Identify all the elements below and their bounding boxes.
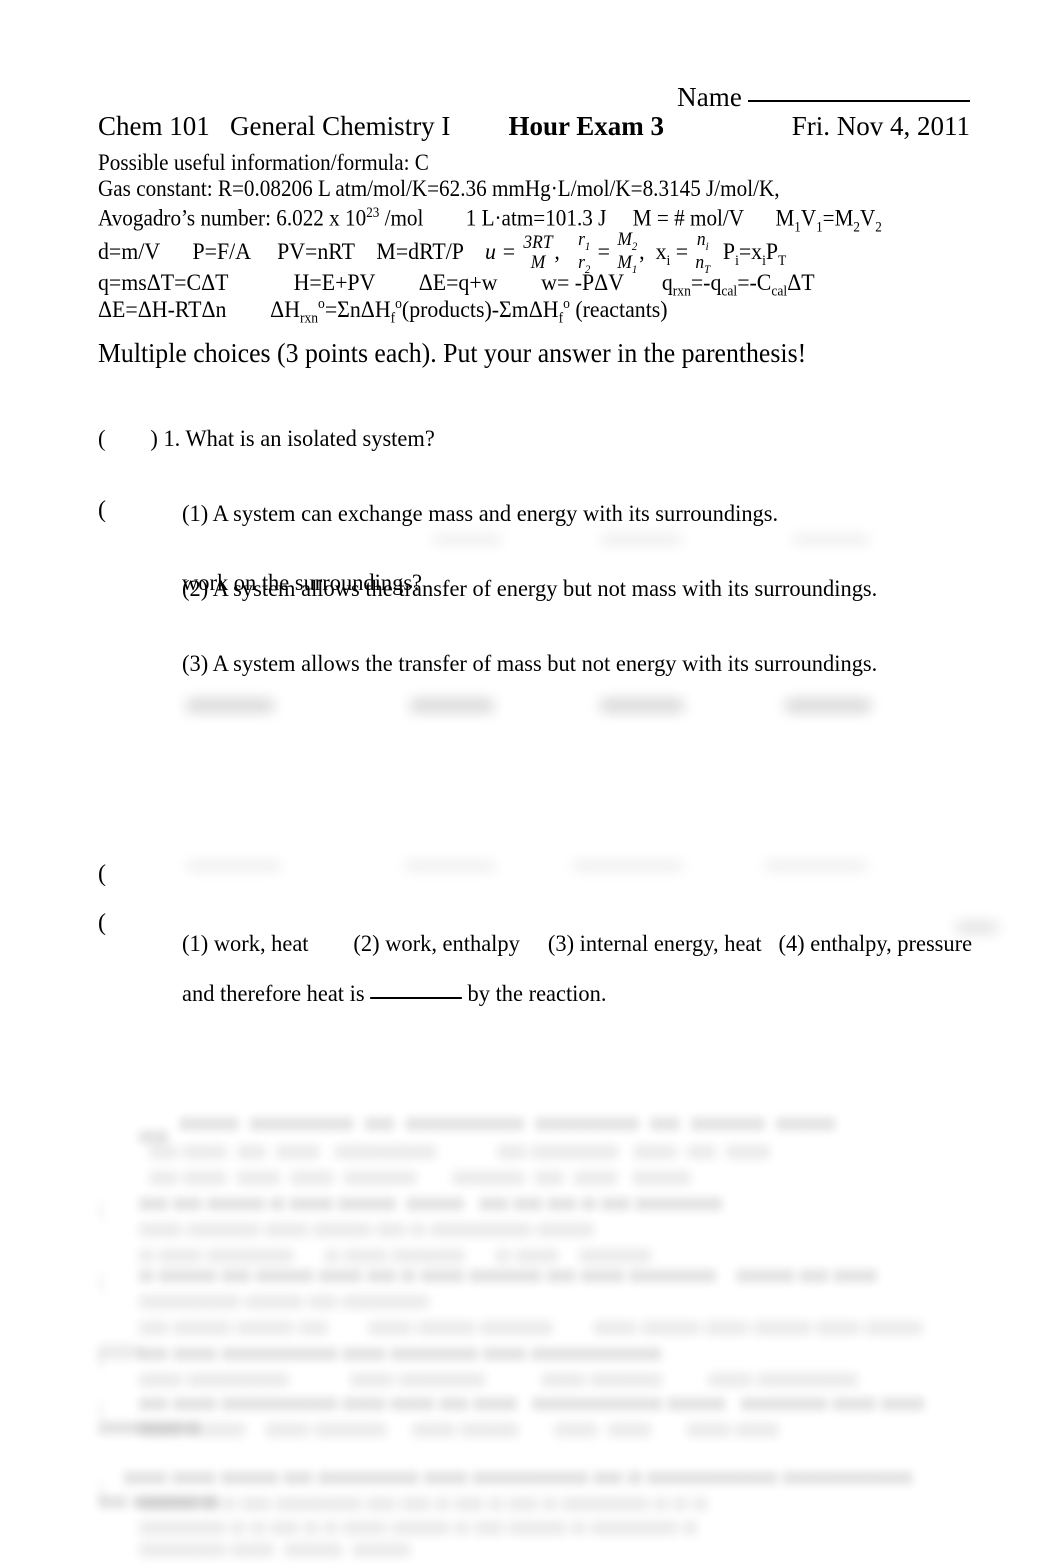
section-heading-multiple-choice: Multiple choices (3 points each). Put yo… bbox=[98, 338, 807, 368]
blurred-question-block: ▀▀ ▀▀▀ ▀▀▀▀▀▀▀▀ ▀▀▀ ▀▀▀▀▀▀ ▀▀▀ ▀▀▀▀▀▀▀▀▀ bbox=[138, 1348, 662, 1372]
name-label: Name bbox=[677, 82, 742, 112]
blurred-choice-row: ▀▀ ▀▀▀ ▀▀ ▀▀▀ ▀▀▀▀▀▀▀ ▀▀ ▀▀▀▀▀▀ ▀▀▀ ▀▀ ▀… bbox=[149, 1146, 770, 1170]
answer-parenthesis-1[interactable]: ( ) bbox=[98, 426, 158, 452]
blurred-text-row: ▀▀▀ ▀▀▀▀▀ ▀▀▀ ▀▀▀▀ ▀▀ ▀ ▀▀▀▀▀▀▀ ▀▀▀▀ bbox=[138, 1224, 595, 1248]
faded-text-smear bbox=[572, 862, 684, 870]
faded-text-smear bbox=[404, 862, 496, 870]
blurred-choice-row: ▀▀▀ ▀▀▀▀ ▀▀▀ ▀▀▀▀▀ ▀▀▀ ▀▀▀▀ ▀▀▀ ▀▀▀ ▀▀▀ … bbox=[138, 1424, 779, 1448]
faded-text-smear bbox=[432, 536, 502, 543]
info-line-1: Possible useful information/formula: C bbox=[98, 150, 429, 175]
faded-choice-smear bbox=[600, 699, 684, 712]
blurred-text-row: ▀▀▀▀▀▀▀ ▀▀▀▀ ▀▀ ▀▀▀▀▀▀ bbox=[138, 1296, 430, 1320]
fraction-m2-over-m1: M2 M1 bbox=[617, 229, 638, 276]
fraction-ni-over-nt: ni nT bbox=[695, 229, 711, 276]
blurred-text-row: ▀▀▀▀▀▀ ▀ ▀ ▀▀ ▀ ▀ ▀▀▀ ▀▀▀▀ ▀ ▀▀ ▀▀▀▀ ▀ ▀… bbox=[138, 1522, 698, 1546]
faded-text-smear bbox=[792, 536, 870, 543]
faded-text-smear bbox=[186, 862, 282, 870]
exam-page: Name Chem 101 General Chemistry I Hour E… bbox=[0, 0, 1062, 1568]
name-write-in-line[interactable] bbox=[748, 100, 970, 102]
fill-in-blank[interactable] bbox=[370, 997, 462, 999]
blurred-choice-row: ▀▀▀ ▀▀▀▀▀▀▀ ▀▀▀ ▀▀▀▀▀▀ ▀▀▀ ▀▀▀▀▀ ▀▀▀ ▀▀▀… bbox=[138, 1374, 859, 1398]
exam-name: Hour Exam 3 bbox=[508, 111, 664, 141]
fraction-3rt-over-m: 3RT M bbox=[523, 232, 553, 273]
faded-text-smear bbox=[764, 862, 868, 870]
blurred-choice-row: ▀▀ ▀▀▀ ▀▀▀ ▀▀▀ ▀▀▀▀▀ ▀▀▀▀▀ ▀▀ ▀▀▀ ▀▀▀▀ bbox=[149, 1172, 691, 1196]
reference-information: Possible useful information/formula: C G… bbox=[98, 150, 926, 241]
rms-speed-formula: u = bbox=[484, 239, 517, 266]
fraction-r1-over-r2: r1 r2 bbox=[578, 229, 591, 276]
faded-choice-smear bbox=[186, 699, 274, 712]
question-4-stem-tail: and therefore heat is by the reaction. bbox=[182, 981, 607, 1007]
question-2-stem-tail: work on the surroundings? bbox=[182, 570, 423, 596]
blurred-question-block: ▀▀ ▀▀ ▀▀▀▀ ▀ ▀▀▀ ▀▀▀▀ ▀▀▀▀ ▀▀ ▀▀ ▀▀ ▀ ▀▀… bbox=[138, 1198, 722, 1222]
info-line-2: Gas constant: R=0.08206 L atm/mol/K=62.3… bbox=[98, 175, 780, 201]
faded-choice-smear bbox=[410, 699, 494, 712]
blurred-question-block: ▄▄ ▀▀▀▀ ▀▀▀▀▀▀▀ ▀▀ ▀▀▀▀▀▀▀▀ ▀▀▀▀▀▀▀ ▀▀ ▀… bbox=[138, 1118, 836, 1142]
formula-row-1: d=m/V P=F/A PV=nRT M=dRT/P u = 3RT M, r1 r… bbox=[98, 229, 787, 276]
blurred-text-row: ▀▀▀▀ ▀ ▀ ▀▀ ▀▀▀▀▀▀ ▀▀ ▀▀ ▀ ▀▀ ▀ ▀▀ ▀ ▀▀▀… bbox=[138, 1498, 708, 1522]
faded-text-smear bbox=[956, 922, 998, 933]
blurred-question-block: ▀ ▀▀▀▀ ▀▀ ▀▀▀▀ ▀▀▀ ▀▀ ▀ ▀▀▀ ▀▀▀▀▀ ▀▀ ▀▀▀… bbox=[138, 1270, 877, 1294]
faded-text-smear bbox=[600, 536, 682, 543]
question-4-stem-visible: and therefore heat is by the reaction. bbox=[98, 932, 958, 1057]
question-1-choice-3[interactable]: (3) A system allows the transfer of mass… bbox=[98, 652, 958, 677]
blurred-text-row: ▀▀▀▀▀▀ ▀▀▀ ▀▀▀▀ ▀▀▀▀ bbox=[138, 1544, 411, 1568]
formula-row-3: ΔE=ΔH-RTΔn ΔHrxno=ΣnΔHfo(products)-ΣmΔHf… bbox=[98, 296, 668, 327]
name-field-row: Name bbox=[0, 82, 1062, 113]
exam-title-row: Chem 101 General Chemistry I Hour Exam 3… bbox=[98, 111, 970, 142]
question-1-stem: ( ) 1. What is an isolated system? bbox=[98, 426, 435, 452]
answer-parenthesis-2[interactable]: ( bbox=[98, 498, 106, 522]
course-title: Chem 101 General Chemistry I bbox=[98, 111, 451, 141]
faded-choice-smear bbox=[785, 699, 871, 712]
exam-date: Fri. Nov 4, 2011 bbox=[791, 111, 970, 141]
